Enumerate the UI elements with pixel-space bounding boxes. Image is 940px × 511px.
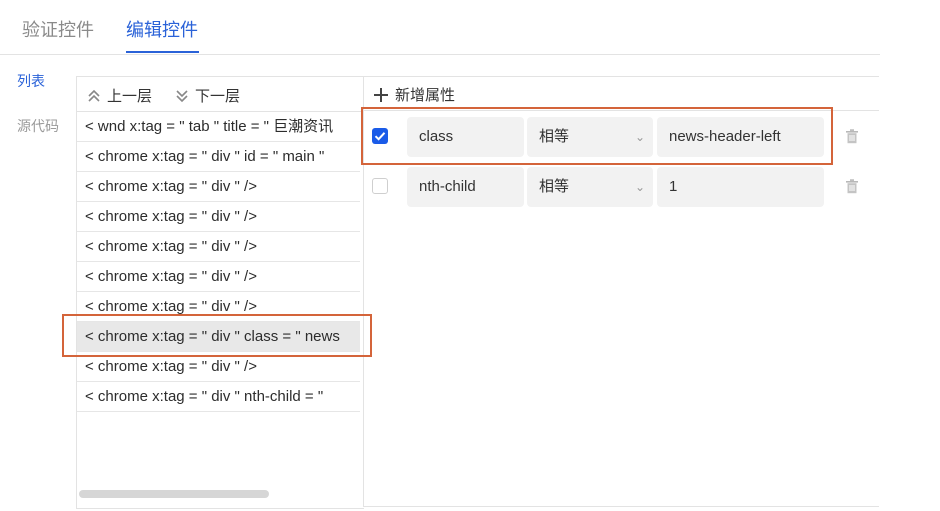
- attribute-name-field[interactable]: class: [407, 117, 524, 157]
- operator-select[interactable]: 相等 ⌄: [527, 117, 653, 157]
- tab-bar: 验证控件 编辑控件: [0, 0, 880, 55]
- divider: [364, 110, 879, 111]
- tree-toolbar: 上一层 下一层: [77, 77, 364, 112]
- divider: [364, 506, 879, 507]
- attribute-checkbox[interactable]: [372, 178, 388, 194]
- operator-value: 相等: [539, 178, 570, 195]
- active-tab-indicator: [126, 51, 199, 53]
- operator-select[interactable]: 相等 ⌄: [527, 167, 653, 207]
- divider: [364, 76, 879, 77]
- delete-attribute-button[interactable]: [845, 179, 859, 199]
- attribute-row: nth-child 相等 ⌄ 1: [364, 167, 879, 207]
- chevron-down-icon: ⌄: [634, 180, 645, 194]
- down-level-label: 下一层: [195, 88, 241, 105]
- tree-row[interactable]: < chrome x:tag = " div " nth-child = ": [77, 382, 360, 412]
- tree-row[interactable]: < wnd x:tag = " tab " title = " 巨潮资讯: [77, 112, 360, 142]
- trash-icon: [846, 129, 858, 144]
- attribute-name-field[interactable]: nth-child: [407, 167, 524, 207]
- trash-icon: [846, 179, 858, 194]
- tree-row[interactable]: < chrome x:tag = " div " />: [77, 262, 360, 292]
- plus-icon: [374, 87, 388, 102]
- tree-row[interactable]: < chrome x:tag = " div " id = " main ": [77, 142, 360, 172]
- tree-row[interactable]: < chrome x:tag = " div " />: [77, 172, 360, 202]
- checkmark-icon: [374, 132, 386, 141]
- up-level-label: 上一层: [107, 88, 153, 105]
- tree-row[interactable]: < chrome x:tag = " div " />: [77, 232, 360, 262]
- add-attribute-label: 新增属性: [395, 87, 456, 104]
- double-chevron-down-icon: [176, 89, 188, 102]
- delete-attribute-button[interactable]: [845, 129, 859, 149]
- operator-value: 相等: [539, 128, 570, 145]
- tab-verify-control[interactable]: 验证控件: [22, 18, 94, 42]
- tree-row[interactable]: < chrome x:tag = " div " />: [77, 352, 360, 382]
- attribute-value-field[interactable]: 1: [657, 167, 824, 207]
- tree-rows: < wnd x:tag = " tab " title = " 巨潮资讯 < c…: [77, 112, 362, 412]
- up-level-button[interactable]: 上一层: [87, 85, 152, 106]
- attribute-row: class 相等 ⌄ news-header-left: [364, 117, 879, 157]
- horizontal-scrollbar[interactable]: [79, 490, 269, 498]
- tree-row-selected[interactable]: < chrome x:tag = " div " class = " news: [77, 322, 360, 352]
- add-attribute-button[interactable]: 新增属性: [372, 84, 455, 105]
- attribute-value-field[interactable]: news-header-left: [657, 117, 824, 157]
- attribute-checkbox[interactable]: [372, 128, 388, 144]
- down-level-button[interactable]: 下一层: [175, 85, 240, 106]
- sidebar-item-list[interactable]: 列表: [17, 71, 45, 91]
- chevron-down-icon: ⌄: [634, 130, 645, 144]
- element-tree-panel: 上一层 下一层 < wnd x:tag = " tab " title = " …: [76, 76, 364, 509]
- sidebar-item-source[interactable]: 源代码: [17, 116, 59, 136]
- tab-edit-control[interactable]: 编辑控件: [126, 18, 198, 42]
- double-chevron-up-icon: [88, 89, 100, 102]
- tree-row[interactable]: < chrome x:tag = " div " />: [77, 292, 360, 322]
- tree-row[interactable]: < chrome x:tag = " div " />: [77, 202, 360, 232]
